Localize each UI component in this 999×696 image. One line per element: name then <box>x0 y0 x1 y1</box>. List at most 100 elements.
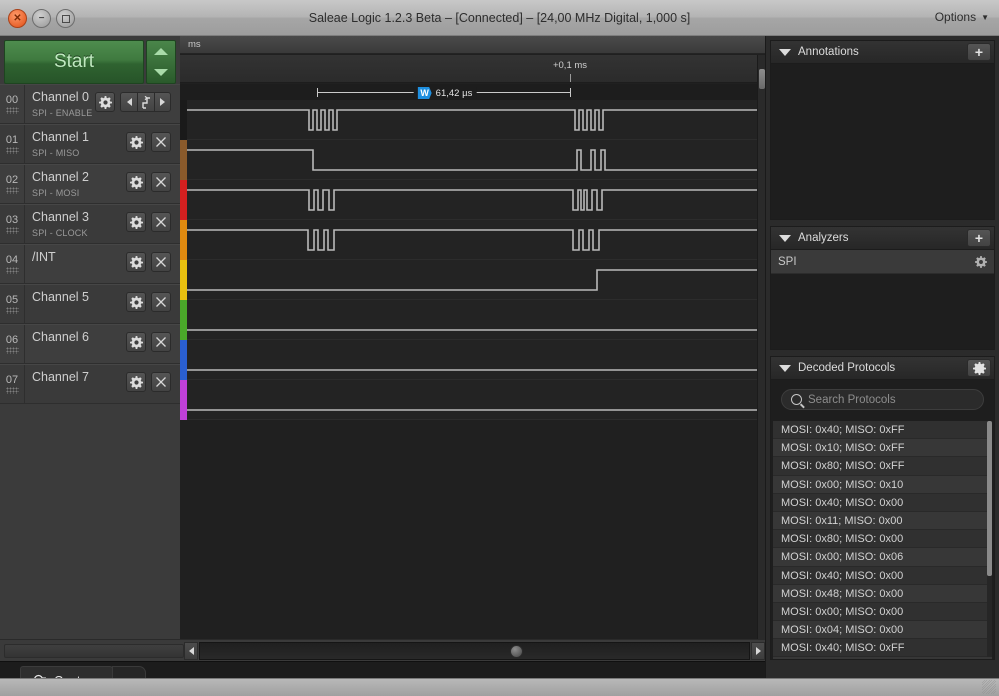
drag-handle-icon[interactable] <box>5 107 19 114</box>
waveform-row[interactable] <box>180 300 765 340</box>
waveform-signal <box>187 380 765 420</box>
decoded-protocol-row[interactable]: MOSI: 0x10; MISO: 0xFF <box>773 657 992 659</box>
channel-settings-button[interactable] <box>126 332 146 352</box>
drag-handle-icon[interactable] <box>5 187 19 194</box>
decoded-protocol-row[interactable]: MOSI: 0x80; MISO: 0xFF <box>773 457 992 476</box>
drag-handle-icon[interactable] <box>5 347 19 354</box>
channel-name: Channel 0 <box>32 90 89 104</box>
channel-settings-button[interactable] <box>126 372 146 392</box>
waveform-row[interactable] <box>180 340 765 380</box>
decoded-protocol-list[interactable]: MOSI: 0x40; MISO: 0xFF MOSI: 0x10; MISO: … <box>773 421 992 659</box>
scrollbar-thumb[interactable] <box>987 421 992 576</box>
add-annotation-button[interactable]: + <box>967 43 991 61</box>
channel-row[interactable]: 03 Channel 3 SPI - CLOCK <box>0 204 180 244</box>
channel-settings-button[interactable] <box>126 292 146 312</box>
collapse-triangle-icon[interactable] <box>779 48 791 56</box>
trigger-edge-icon <box>141 95 150 109</box>
waveform-row[interactable] <box>180 260 765 300</box>
add-analyzer-button[interactable]: + <box>967 229 991 247</box>
waveform-row[interactable] <box>180 380 765 420</box>
channel-row[interactable]: 07 Channel 7 <box>0 364 180 404</box>
stepper-down-icon[interactable] <box>154 69 168 76</box>
channel-row[interactable]: 05 Channel 5 <box>0 284 180 324</box>
channel-remove-button[interactable] <box>151 252 171 272</box>
channel-settings-button[interactable] <box>95 92 115 112</box>
drag-handle-icon[interactable] <box>5 267 19 274</box>
decoded-protocol-row[interactable]: MOSI: 0x40; MISO: 0xFF <box>773 421 992 440</box>
decoded-protocol-row[interactable]: MOSI: 0x00; MISO: 0x00 <box>773 602 992 622</box>
gear-icon <box>972 361 986 375</box>
waveform-row[interactable] <box>180 220 765 260</box>
trigger-edge-button[interactable] <box>137 92 154 112</box>
decoded-protocol-row[interactable]: MOSI: 0x00; MISO: 0x10 <box>773 475 992 494</box>
channel-name: Channel 5 <box>32 290 89 304</box>
close-icon <box>156 377 166 387</box>
search-protocols-input[interactable] <box>781 389 984 410</box>
channel-remove-button[interactable] <box>151 332 171 352</box>
measurement-span[interactable]: W 61,42 µs <box>317 87 571 99</box>
chevron-left-icon <box>188 646 194 655</box>
horizontal-scroll-thumb[interactable] <box>510 644 523 658</box>
measurement-badge-icon: W <box>417 87 432 99</box>
decoded-protocol-row[interactable]: MOSI: 0x11; MISO: 0x00 <box>773 511 992 531</box>
drag-handle-icon[interactable] <box>5 307 19 314</box>
channel-settings-button[interactable] <box>126 172 146 192</box>
analyzer-row[interactable]: SPI <box>771 250 994 274</box>
collapse-triangle-icon[interactable] <box>779 364 791 372</box>
waveform-traces[interactable] <box>180 100 765 639</box>
decoded-protocol-row[interactable]: MOSI: 0x04; MISO: 0x00 <box>773 621 992 640</box>
channel-remove-button[interactable] <box>151 292 171 312</box>
timeline-units-label: ms <box>180 36 765 54</box>
decoded-protocol-row[interactable]: MOSI: 0x80; MISO: 0x00 <box>773 530 992 549</box>
channel-row[interactable]: 06 Channel 6 <box>0 324 180 364</box>
drag-handle-icon[interactable] <box>5 147 19 154</box>
waveform-row[interactable] <box>180 140 765 180</box>
drag-handle-icon[interactable] <box>5 227 19 234</box>
channel-row[interactable]: 01 Channel 1 SPI - MISO <box>0 124 180 164</box>
start-capture-button[interactable]: Start <box>4 40 144 84</box>
channel-remove-button[interactable] <box>151 372 171 392</box>
chevron-down-icon: ▼ <box>981 12 989 22</box>
channel-color-strip <box>180 300 187 340</box>
waveform-signal <box>187 140 765 180</box>
channel-row[interactable]: 04/INT <box>0 244 180 284</box>
scroll-right-button[interactable] <box>751 641 765 660</box>
channel-settings-button[interactable] <box>126 212 146 232</box>
horizontal-scroll-track[interactable] <box>199 641 750 660</box>
channel-settings-button[interactable] <box>126 132 146 152</box>
scroll-left-button[interactable] <box>184 641 198 660</box>
channel-name: Channel 1 <box>32 130 89 144</box>
decoded-protocol-row[interactable]: MOSI: 0x40; MISO: 0x00 <box>773 566 992 585</box>
waveform-row[interactable] <box>180 180 765 220</box>
decoded-protocols-settings-button[interactable] <box>967 359 991 377</box>
resize-grip[interactable] <box>982 680 996 694</box>
protocol-list-scrollbar[interactable] <box>987 421 992 657</box>
stepper-up-icon[interactable] <box>154 48 168 55</box>
channel-analyzer-label: SPI - MOSI <box>32 188 80 198</box>
window-title: Saleae Logic 1.2.3 Beta – [Connected] – … <box>308 11 691 25</box>
channel-remove-button[interactable] <box>151 212 171 232</box>
channel-row[interactable]: 00 Channel 0 SPI - ENABLE <box>0 84 180 124</box>
timeline-ticks[interactable]: +0,1 ms <box>180 55 765 83</box>
decoded-protocol-row[interactable]: MOSI: 0x40; MISO: 0xFF <box>773 639 992 658</box>
gear-icon[interactable] <box>975 255 987 268</box>
decoded-protocol-row[interactable]: MOSI: 0x40; MISO: 0x00 <box>773 493 992 512</box>
channel-row[interactable]: 02 Channel 2 SPI - MOSI <box>0 164 180 204</box>
collapse-triangle-icon[interactable] <box>779 234 791 242</box>
decoded-protocol-row[interactable]: MOSI: 0x10; MISO: 0xFF <box>773 439 992 458</box>
waveform-vertical-scrollbar[interactable] <box>757 55 765 639</box>
channel-remove-button[interactable] <box>151 172 171 192</box>
channel-settings-button[interactable] <box>126 252 146 272</box>
trigger-prev-button[interactable] <box>120 92 137 112</box>
channel-remove-button[interactable] <box>151 132 171 152</box>
decoded-protocol-row[interactable]: MOSI: 0x00; MISO: 0x06 <box>773 548 992 567</box>
options-menu-button[interactable]: Options ▼ <box>935 10 989 24</box>
decoded-protocol-row[interactable]: MOSI: 0x48; MISO: 0x00 <box>773 584 992 603</box>
channel-index-column: 02 <box>0 165 25 203</box>
channel-index: 05 <box>5 294 19 306</box>
options-label: Options <box>934 10 977 24</box>
timeline-measurement-bar: W 61,42 µs <box>180 84 765 100</box>
trigger-next-button[interactable] <box>154 92 171 112</box>
waveform-row[interactable] <box>180 100 765 140</box>
drag-handle-icon[interactable] <box>5 387 19 394</box>
